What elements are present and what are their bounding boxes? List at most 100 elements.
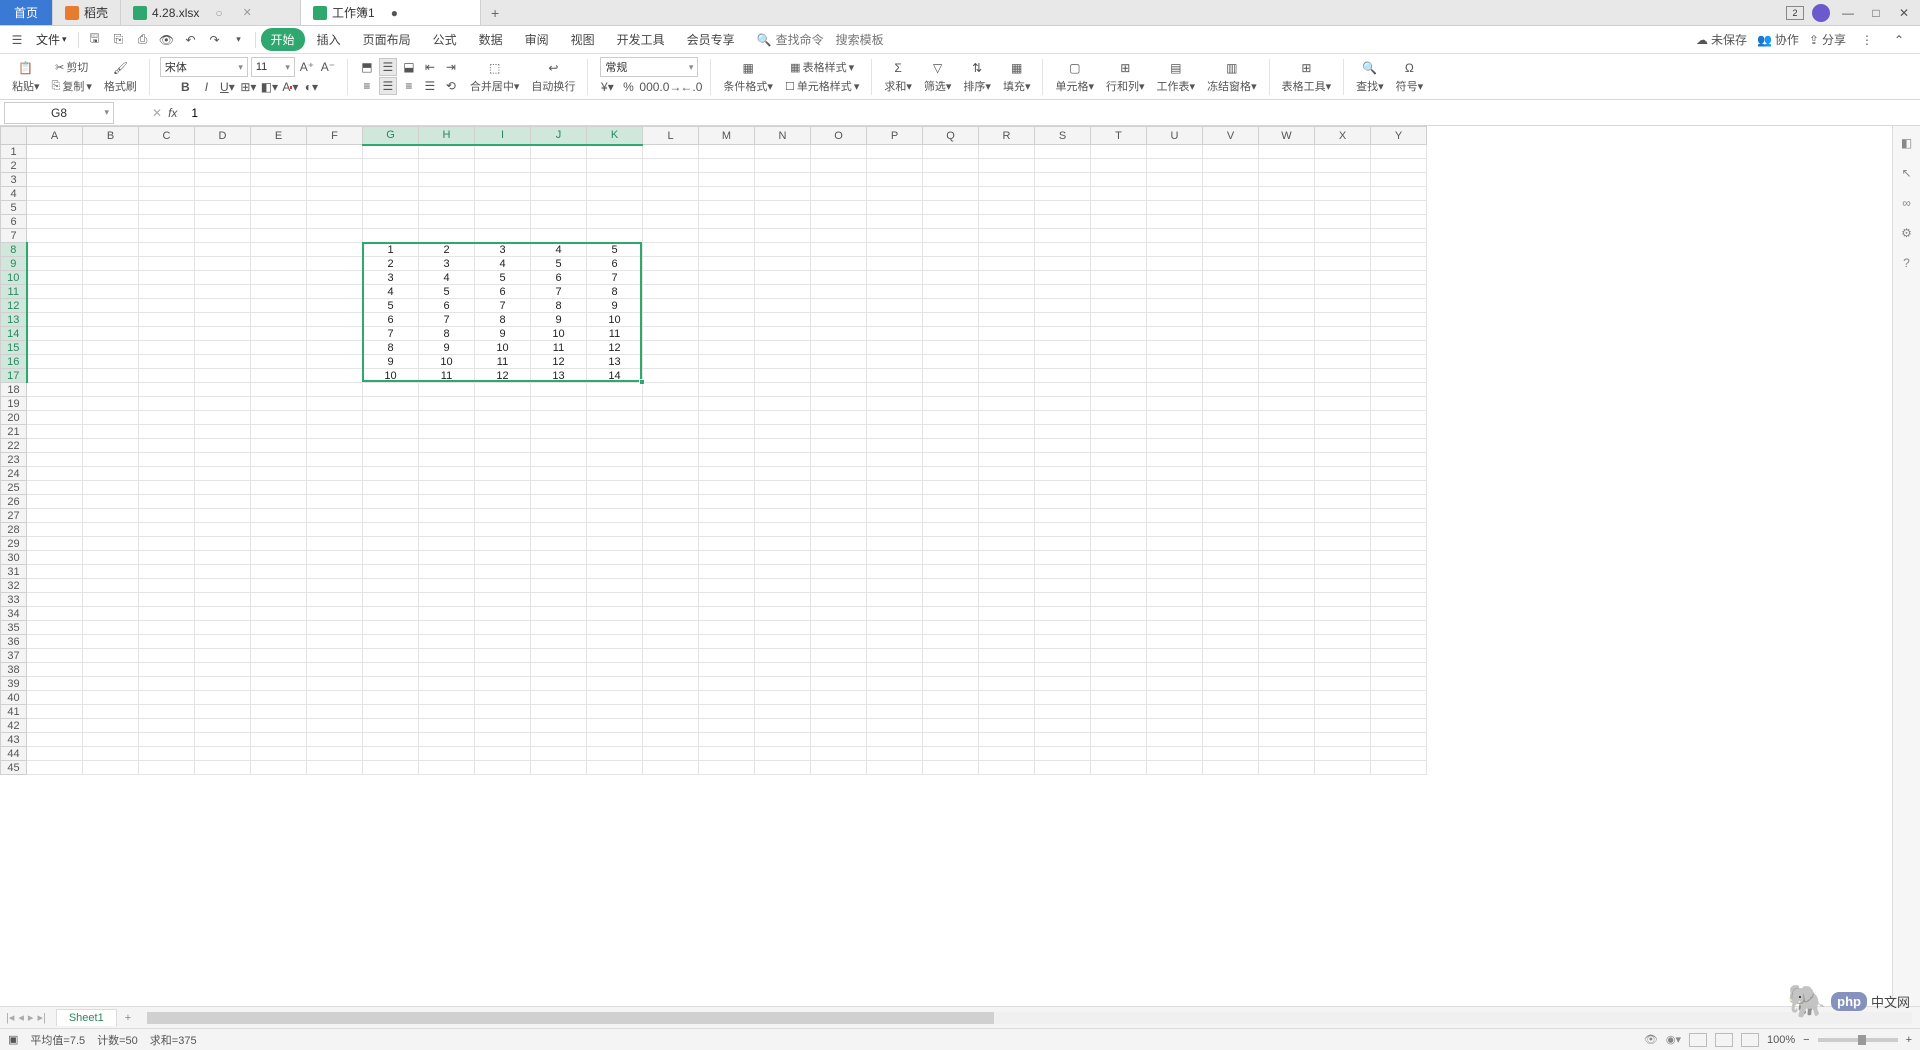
cell-M26[interactable] xyxy=(699,495,755,509)
cell-O6[interactable] xyxy=(811,215,867,229)
cell-I29[interactable] xyxy=(475,537,531,551)
cell-U35[interactable] xyxy=(1147,621,1203,635)
cell-L34[interactable] xyxy=(643,607,699,621)
cell-C41[interactable] xyxy=(139,705,195,719)
panel-style-icon[interactable]: ◧ xyxy=(1898,134,1916,152)
cell-M45[interactable] xyxy=(699,761,755,775)
cell-O25[interactable] xyxy=(811,481,867,495)
cell-E25[interactable] xyxy=(251,481,307,495)
cell-U20[interactable] xyxy=(1147,411,1203,425)
cell-T1[interactable] xyxy=(1091,145,1147,159)
close-icon[interactable]: ✕ xyxy=(243,6,252,19)
cell-I6[interactable] xyxy=(475,215,531,229)
cell-K38[interactable] xyxy=(587,663,643,677)
cell-Y32[interactable] xyxy=(1371,579,1427,593)
cell-R27[interactable] xyxy=(979,509,1035,523)
cell-K17[interactable]: 14 xyxy=(587,369,643,383)
cell-V38[interactable] xyxy=(1203,663,1259,677)
cell-T40[interactable] xyxy=(1091,691,1147,705)
cell-F1[interactable] xyxy=(307,145,363,159)
cell-E36[interactable] xyxy=(251,635,307,649)
bold-button[interactable]: B xyxy=(176,78,194,96)
indent-decrease-icon[interactable]: ⇤ xyxy=(421,58,439,76)
cell-G35[interactable] xyxy=(363,621,419,635)
cell-C4[interactable] xyxy=(139,187,195,201)
cell-L12[interactable] xyxy=(643,299,699,313)
cell-S45[interactable] xyxy=(1035,761,1091,775)
cell-J10[interactable]: 6 xyxy=(531,271,587,285)
cell-N22[interactable] xyxy=(755,439,811,453)
col-header-I[interactable]: I xyxy=(475,127,531,145)
cell-A20[interactable] xyxy=(27,411,83,425)
cell-P39[interactable] xyxy=(867,677,923,691)
panel-select-icon[interactable]: ↖ xyxy=(1898,164,1916,182)
cell-C9[interactable] xyxy=(139,257,195,271)
formula-input[interactable] xyxy=(185,102,1892,124)
cell-H23[interactable] xyxy=(419,453,475,467)
cell-E24[interactable] xyxy=(251,467,307,481)
cell-B38[interactable] xyxy=(83,663,139,677)
cell-K33[interactable] xyxy=(587,593,643,607)
row-header-8[interactable]: 8 xyxy=(1,243,27,257)
cell-G8[interactable]: 1 xyxy=(363,243,419,257)
cell-U44[interactable] xyxy=(1147,747,1203,761)
cell-X29[interactable] xyxy=(1315,537,1371,551)
cell-K11[interactable]: 8 xyxy=(587,285,643,299)
col-header-D[interactable]: D xyxy=(195,127,251,145)
cell-Y24[interactable] xyxy=(1371,467,1427,481)
cell-E32[interactable] xyxy=(251,579,307,593)
cell-A43[interactable] xyxy=(27,733,83,747)
cell-B14[interactable] xyxy=(83,327,139,341)
cell-N4[interactable] xyxy=(755,187,811,201)
options-icon[interactable]: ⋮ xyxy=(1856,29,1878,51)
cell-G27[interactable] xyxy=(363,509,419,523)
cell-T35[interactable] xyxy=(1091,621,1147,635)
cell-I14[interactable]: 9 xyxy=(475,327,531,341)
cell-D23[interactable] xyxy=(195,453,251,467)
cell-P16[interactable] xyxy=(867,355,923,369)
col-header-B[interactable]: B xyxy=(83,127,139,145)
cell-F20[interactable] xyxy=(307,411,363,425)
cell-D21[interactable] xyxy=(195,425,251,439)
unsaved-button[interactable]: ☁未保存 xyxy=(1696,31,1747,48)
highlight-button[interactable]: ◐▾ xyxy=(302,78,320,96)
cell-O20[interactable] xyxy=(811,411,867,425)
cell-F10[interactable] xyxy=(307,271,363,285)
cell-B41[interactable] xyxy=(83,705,139,719)
sheet-tab-sheet1[interactable]: Sheet1 xyxy=(56,1009,117,1026)
cell-N21[interactable] xyxy=(755,425,811,439)
cell-D10[interactable] xyxy=(195,271,251,285)
cell-V33[interactable] xyxy=(1203,593,1259,607)
cell-R13[interactable] xyxy=(979,313,1035,327)
cell-O40[interactable] xyxy=(811,691,867,705)
cell-T44[interactable] xyxy=(1091,747,1147,761)
save-icon[interactable]: 🖫 xyxy=(84,29,106,51)
cell-X5[interactable] xyxy=(1315,201,1371,215)
cell-A24[interactable] xyxy=(27,467,83,481)
cell-Q41[interactable] xyxy=(923,705,979,719)
cell-Q38[interactable] xyxy=(923,663,979,677)
cell-N8[interactable] xyxy=(755,243,811,257)
cell-V31[interactable] xyxy=(1203,565,1259,579)
cell-R1[interactable] xyxy=(979,145,1035,159)
cell-V13[interactable] xyxy=(1203,313,1259,327)
cell-A12[interactable] xyxy=(27,299,83,313)
cell-U41[interactable] xyxy=(1147,705,1203,719)
cell-A7[interactable] xyxy=(27,229,83,243)
cell-I41[interactable] xyxy=(475,705,531,719)
col-header-K[interactable]: K xyxy=(587,127,643,145)
cell-B6[interactable] xyxy=(83,215,139,229)
cell-D17[interactable] xyxy=(195,369,251,383)
cell-A31[interactable] xyxy=(27,565,83,579)
cell-B35[interactable] xyxy=(83,621,139,635)
cell-V35[interactable] xyxy=(1203,621,1259,635)
cell-I24[interactable] xyxy=(475,467,531,481)
cell-E4[interactable] xyxy=(251,187,307,201)
cell-O11[interactable] xyxy=(811,285,867,299)
cell-N36[interactable] xyxy=(755,635,811,649)
cell-P17[interactable] xyxy=(867,369,923,383)
cell-Y15[interactable] xyxy=(1371,341,1427,355)
cell-I7[interactable] xyxy=(475,229,531,243)
cell-E1[interactable] xyxy=(251,145,307,159)
cell-A14[interactable] xyxy=(27,327,83,341)
